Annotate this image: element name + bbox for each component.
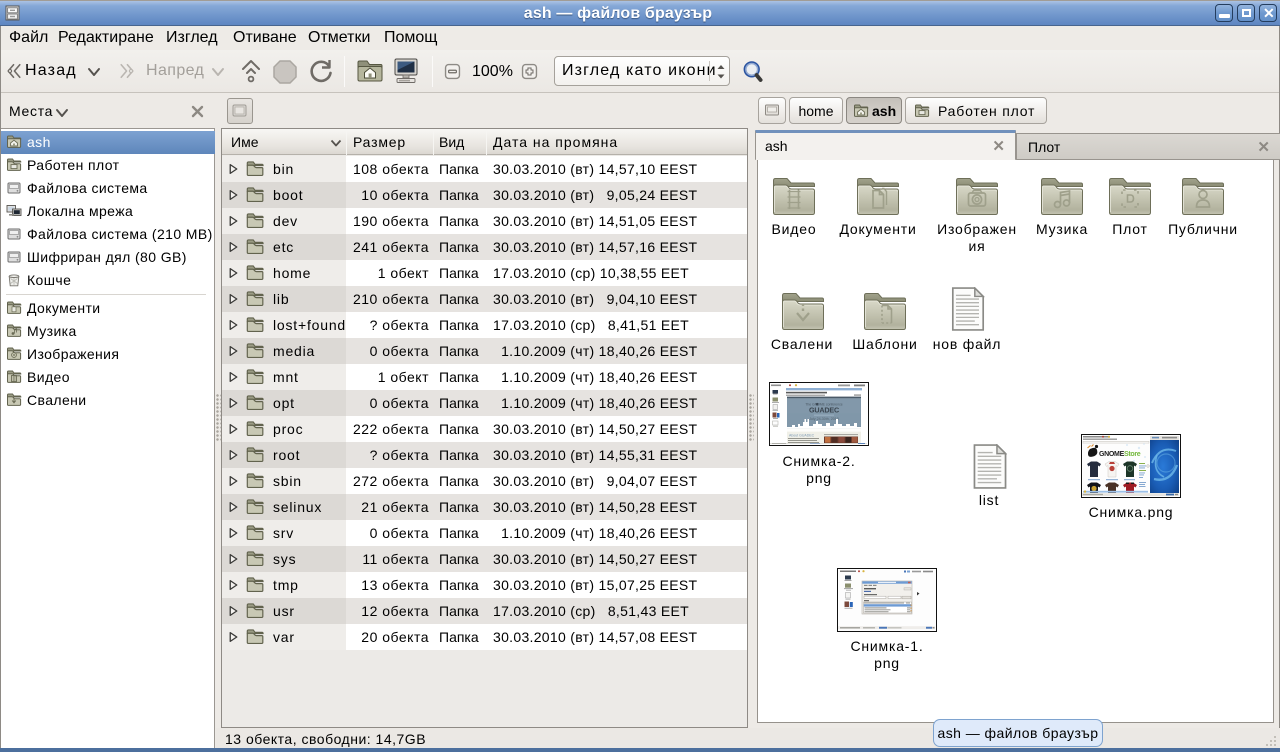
svg-text:Store: Store	[1124, 451, 1141, 458]
svg-text:About GUADEC: About GUADEC	[789, 434, 815, 438]
svg-text:July 24-30th, 2010: July 24-30th, 2010	[809, 417, 839, 421]
svg-text:GUADEC: GUADEC	[809, 406, 839, 415]
svg-text:GNOME: GNOME	[1099, 451, 1125, 458]
